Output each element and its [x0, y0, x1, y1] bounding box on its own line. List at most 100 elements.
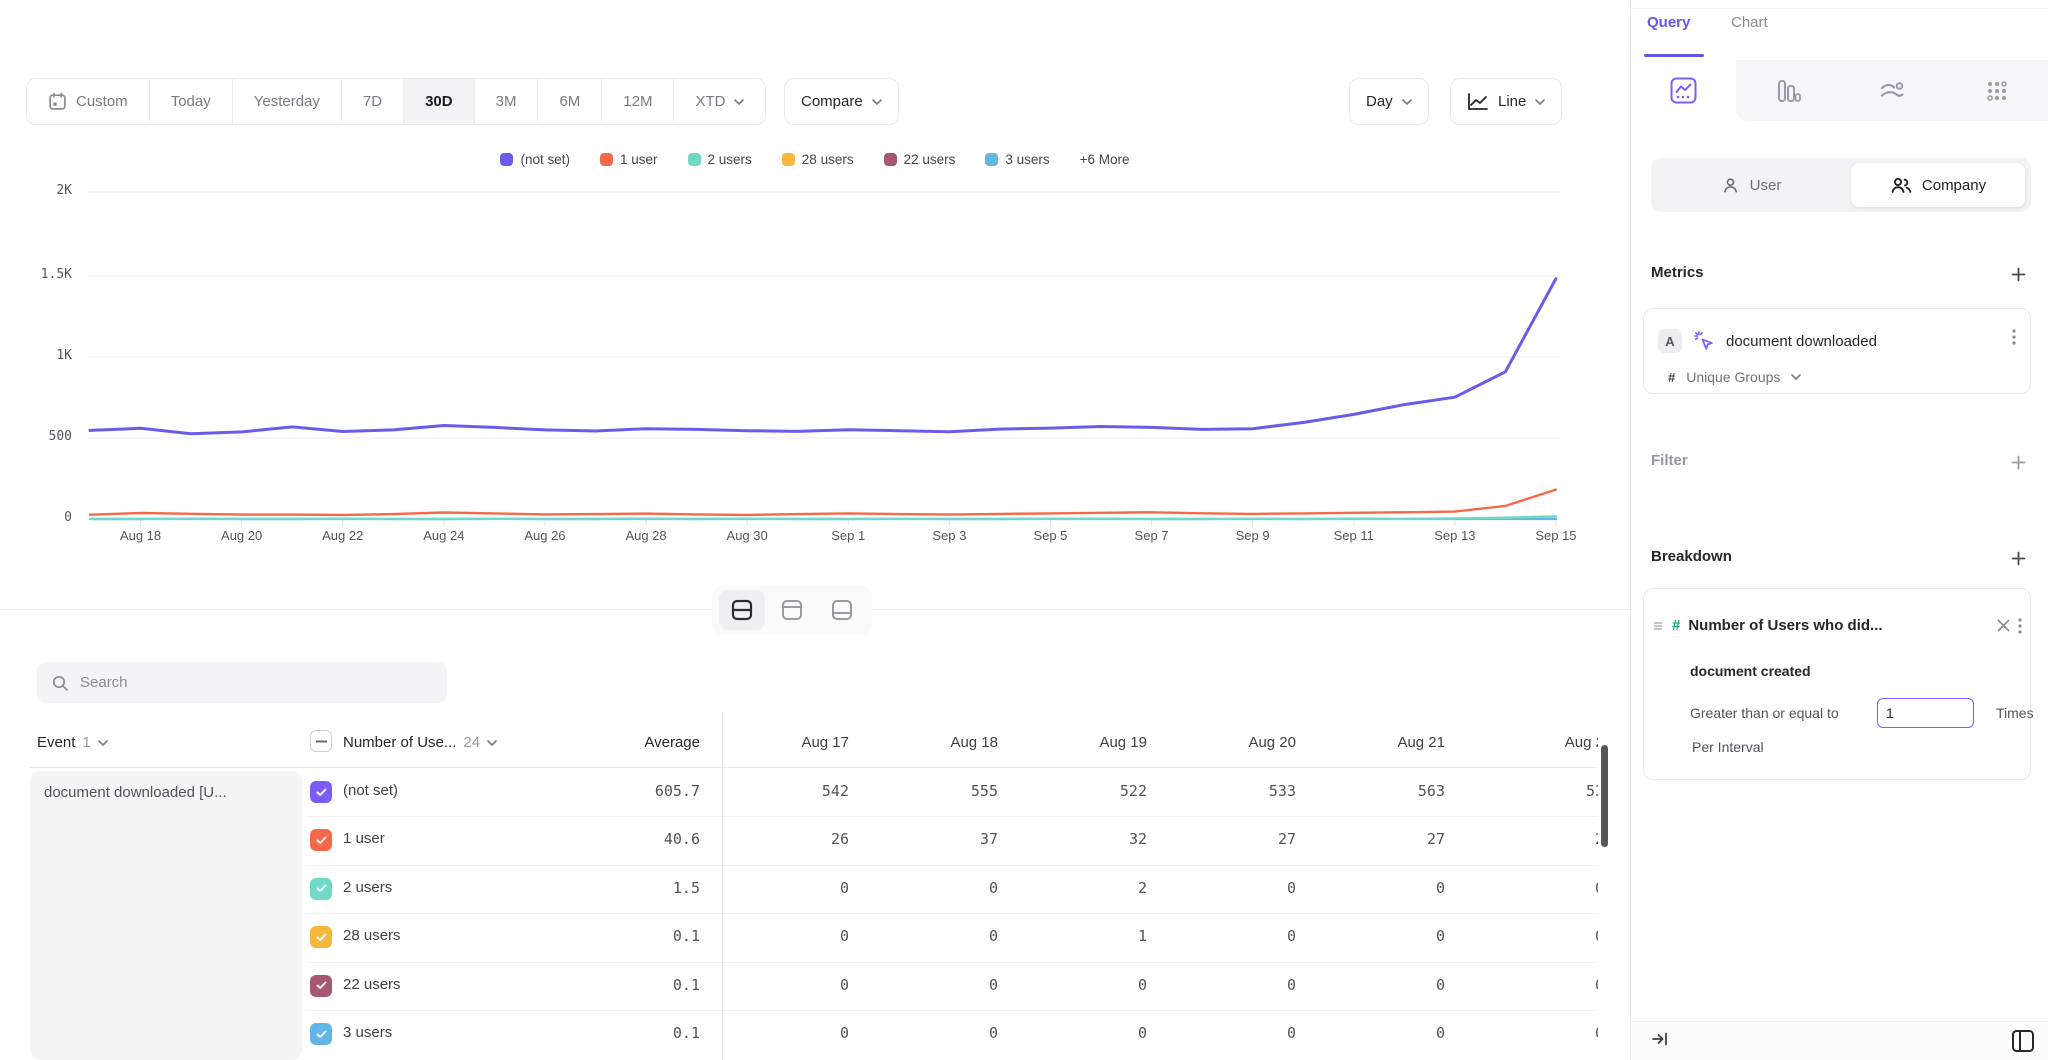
breakdown-event-name[interactable]: document created: [1690, 663, 1811, 679]
x-axis-tick: Sep 3: [909, 528, 989, 543]
user-icon: [1721, 176, 1740, 195]
panel-top-divider: [1631, 8, 2048, 9]
remove-breakdown-icon[interactable]: [1997, 619, 2010, 632]
value-cell: 555: [848, 782, 998, 800]
row-checkbox[interactable]: [310, 829, 332, 851]
add-filter-button[interactable]: [2006, 450, 2030, 474]
chart-type-button[interactable]: Line: [1450, 78, 1562, 125]
table-row[interactable]: (not set)605.754255552253356353: [0, 768, 1598, 816]
range-7d[interactable]: 7D: [342, 79, 404, 124]
scope-user-option[interactable]: User: [1651, 158, 1851, 212]
date-column-header[interactable]: Aug 20: [1146, 734, 1296, 751]
drag-handle-icon[interactable]: [1652, 620, 1664, 632]
range-xtd[interactable]: XTD: [674, 79, 765, 124]
table-row[interactable]: 22 users0.1000000: [0, 962, 1598, 1010]
table-scrollbar[interactable]: [1601, 745, 1608, 847]
breakdown-options-icon[interactable]: [2018, 618, 2022, 634]
bar-chart-tab[interactable]: [1736, 60, 1841, 121]
date-column-header[interactable]: Aug 19: [997, 734, 1147, 751]
value-cell: 0: [848, 927, 998, 945]
value-cell: 0: [699, 879, 849, 897]
value-cell: 0: [699, 976, 849, 994]
dot-grid-tab[interactable]: [1945, 60, 2048, 121]
add-metric-button[interactable]: [2006, 262, 2030, 286]
active-tab-underline: [1644, 54, 1704, 57]
split-view-button[interactable]: [719, 590, 765, 630]
range-custom[interactable]: Custom: [27, 79, 150, 124]
row-checkbox[interactable]: [310, 975, 332, 997]
value-cell: 0: [848, 879, 998, 897]
y-axis-tick: 1K: [22, 348, 72, 363]
value-cell: 0: [699, 927, 849, 945]
x-axis-tick: Sep 7: [1112, 528, 1192, 543]
range-6m[interactable]: 6M: [538, 79, 602, 124]
date-column-header[interactable]: Aug 21: [1295, 734, 1445, 751]
measure-selector[interactable]: # Unique Groups: [1668, 369, 1801, 385]
chevron-down-icon: [487, 740, 497, 746]
scope-company-option[interactable]: Company: [1851, 163, 2025, 207]
metric-options-icon[interactable]: [2010, 327, 2018, 350]
search-input[interactable]: [80, 674, 433, 691]
metric-card[interactable]: A document downloaded # Unique Groups: [1643, 308, 2031, 394]
tab-chart[interactable]: Chart: [1731, 14, 1768, 31]
x-axis-tick: Aug 20: [202, 528, 282, 543]
event-header-label: Event: [37, 734, 75, 751]
y-axis-tick: 0: [22, 510, 72, 525]
table-row[interactable]: 2 users1.5002000: [0, 865, 1598, 913]
value-cell: 0: [1454, 976, 1598, 994]
panel-footer: [1631, 1021, 2048, 1060]
measure-label: Unique Groups: [1686, 369, 1780, 385]
range-12m[interactable]: 12M: [602, 79, 674, 124]
flow-chart-tab[interactable]: [1840, 60, 1945, 121]
tab-query[interactable]: Query: [1647, 14, 1690, 31]
range-today[interactable]: Today: [150, 79, 233, 124]
x-axis-tick: Aug 30: [707, 528, 787, 543]
table-row[interactable]: 28 users0.1001000: [0, 913, 1598, 961]
condition-value-input[interactable]: [1877, 698, 1974, 728]
collapse-panel-icon[interactable]: [1651, 1031, 1669, 1047]
value-cell: 563: [1295, 782, 1445, 800]
x-axis-tick: Sep 11: [1314, 528, 1394, 543]
row-checkbox[interactable]: [310, 1023, 332, 1045]
table-row[interactable]: 3 users0.1000000: [0, 1010, 1598, 1058]
condition-label[interactable]: Greater than or equal to: [1690, 705, 1839, 721]
compare-label: Compare: [801, 93, 863, 110]
select-all-checkbox[interactable]: [310, 730, 332, 752]
value-cell: 0: [1295, 1024, 1445, 1042]
compare-button[interactable]: Compare: [784, 78, 899, 125]
table-only-view-button[interactable]: [819, 590, 865, 630]
row-divider: [306, 962, 1598, 963]
date-column-header[interactable]: Aug 2: [1454, 734, 1598, 751]
table-row[interactable]: 1 user40.626373227272: [0, 816, 1598, 864]
row-checkbox[interactable]: [310, 878, 332, 900]
average-cell: 605.7: [550, 782, 700, 800]
hash-icon: #: [1668, 370, 1675, 385]
chart-only-view-button[interactable]: [769, 590, 815, 630]
add-breakdown-button[interactable]: [2006, 546, 2030, 570]
interval-button[interactable]: Day: [1349, 78, 1429, 125]
date-column-header[interactable]: Aug 18: [848, 734, 998, 751]
main-area: CustomTodayYesterday7D30D3M6M12MXTD Comp…: [0, 0, 1630, 1060]
row-checkbox[interactable]: [310, 926, 332, 948]
value-cell: 0: [1454, 879, 1598, 897]
value-cell: 0: [1295, 879, 1445, 897]
chevron-down-icon: [734, 99, 744, 105]
split-panel-icon[interactable]: [2011, 1029, 2035, 1053]
row-label: (not set): [343, 782, 398, 799]
group-column-header[interactable]: Number of Use... 24: [343, 734, 497, 751]
calendar-icon: [48, 92, 67, 111]
event-column-header[interactable]: Event 1: [37, 734, 108, 751]
event-count: 1: [82, 734, 90, 751]
range-3m[interactable]: 3M: [475, 79, 539, 124]
range-30d[interactable]: 30D: [404, 79, 475, 124]
chevron-down-icon: [1535, 99, 1545, 105]
row-checkbox[interactable]: [310, 781, 332, 803]
series-1 user: [90, 490, 1556, 515]
range-yesterday[interactable]: Yesterday: [233, 79, 342, 124]
row-label: 28 users: [343, 927, 401, 944]
scope-user-label: User: [1750, 177, 1782, 194]
x-axis-tick: Aug 22: [303, 528, 383, 543]
line-chart-tab[interactable]: [1631, 60, 1736, 121]
average-column-header[interactable]: Average: [550, 734, 700, 751]
per-interval-label[interactable]: Per Interval: [1692, 739, 1764, 755]
